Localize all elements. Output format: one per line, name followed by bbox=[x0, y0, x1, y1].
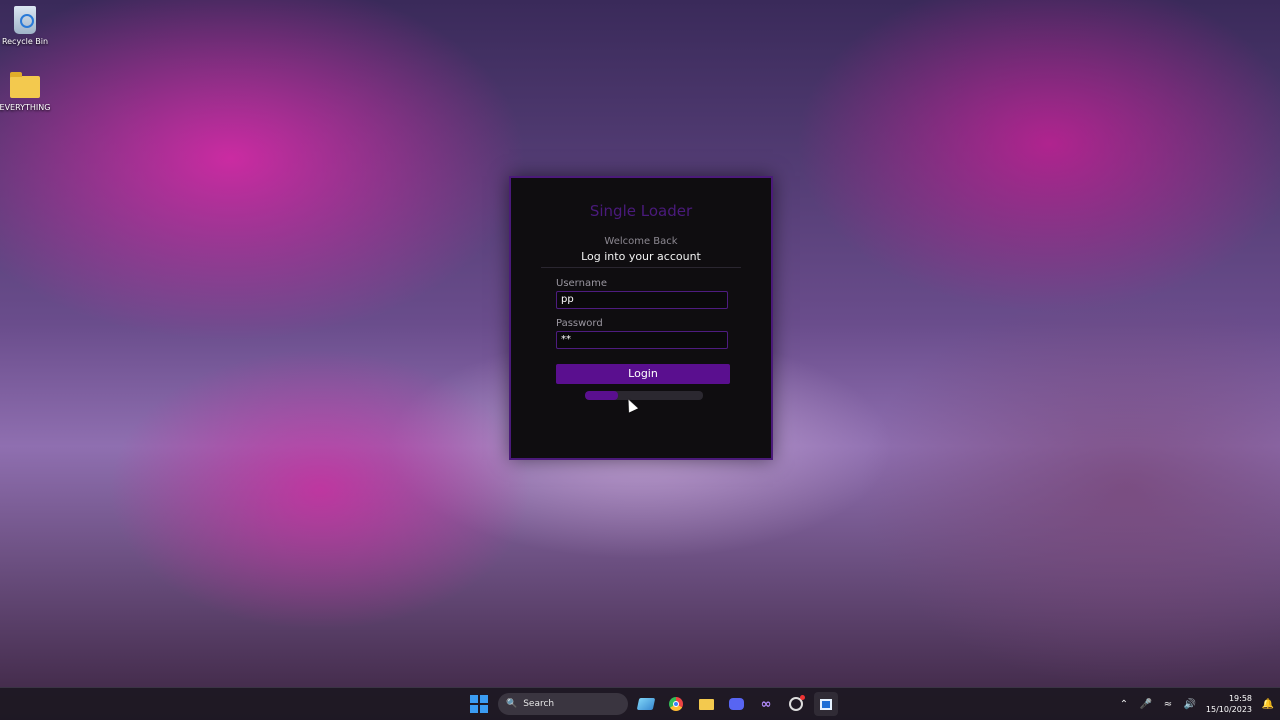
clock[interactable]: 19:58 15/10/2023 bbox=[1206, 693, 1252, 715]
login-button[interactable]: Login bbox=[556, 364, 730, 384]
progress-fill bbox=[585, 391, 619, 400]
snipping-tool-icon[interactable] bbox=[634, 692, 658, 716]
app-window-icon[interactable] bbox=[814, 692, 838, 716]
discord-icon[interactable] bbox=[724, 692, 748, 716]
clock-date: 15/10/2023 bbox=[1205, 705, 1252, 714]
visual-studio-icon[interactable]: ∞ bbox=[754, 692, 778, 716]
notification-badge bbox=[800, 695, 805, 700]
app-title: Single Loader bbox=[589, 202, 693, 220]
taskbar-search[interactable]: 🔍 Search bbox=[498, 693, 628, 715]
file-explorer-icon[interactable] bbox=[694, 692, 718, 716]
folder-icon bbox=[10, 72, 40, 98]
desktop-icon-label: EVERYTHING bbox=[0, 103, 51, 112]
username-label: Username bbox=[556, 278, 607, 289]
volume-icon[interactable]: 🔊 bbox=[1184, 698, 1196, 710]
notification-bell-icon[interactable]: 🔔 bbox=[1262, 698, 1274, 710]
steam-icon[interactable] bbox=[784, 692, 808, 716]
password-label: Password bbox=[556, 318, 603, 329]
recycle-bin-icon bbox=[14, 6, 36, 34]
desktop-icon-everything-folder[interactable]: EVERYTHING bbox=[0, 72, 55, 112]
wifi-icon[interactable]: ≈ bbox=[1162, 698, 1174, 710]
microphone-icon[interactable]: 🎤 bbox=[1140, 698, 1152, 710]
system-tray: ⌃ 🎤 ≈ 🔊 19:58 15/10/2023 🔔 bbox=[1118, 688, 1275, 720]
login-window: Single Loader Welcome Back Log into your… bbox=[509, 176, 773, 460]
divider bbox=[541, 267, 741, 268]
windows-start-icon[interactable] bbox=[470, 695, 488, 713]
password-input[interactable]: ** bbox=[556, 331, 728, 349]
search-icon: 🔍 bbox=[506, 699, 518, 709]
chrome-icon[interactable] bbox=[664, 692, 688, 716]
chevron-up-icon[interactable]: ⌃ bbox=[1118, 698, 1130, 710]
login-subtitle: Log into your account bbox=[581, 250, 701, 263]
taskbar: 🔍 Search ∞ ⌃ 🎤 ≈ 🔊 19:58 15/10/2023 🔔 bbox=[0, 687, 1280, 720]
desktop-icon-label: Recycle Bin bbox=[1, 37, 49, 46]
progress-bar bbox=[585, 391, 703, 400]
desktop-icon-recycle-bin[interactable]: Recycle Bin bbox=[0, 6, 55, 46]
welcome-text: Welcome Back bbox=[604, 236, 678, 247]
search-label: Search bbox=[523, 699, 555, 709]
username-input[interactable]: pp bbox=[556, 291, 728, 309]
taskbar-apps: 🔍 Search ∞ bbox=[466, 692, 838, 716]
clock-time: 19:58 bbox=[1228, 694, 1252, 703]
